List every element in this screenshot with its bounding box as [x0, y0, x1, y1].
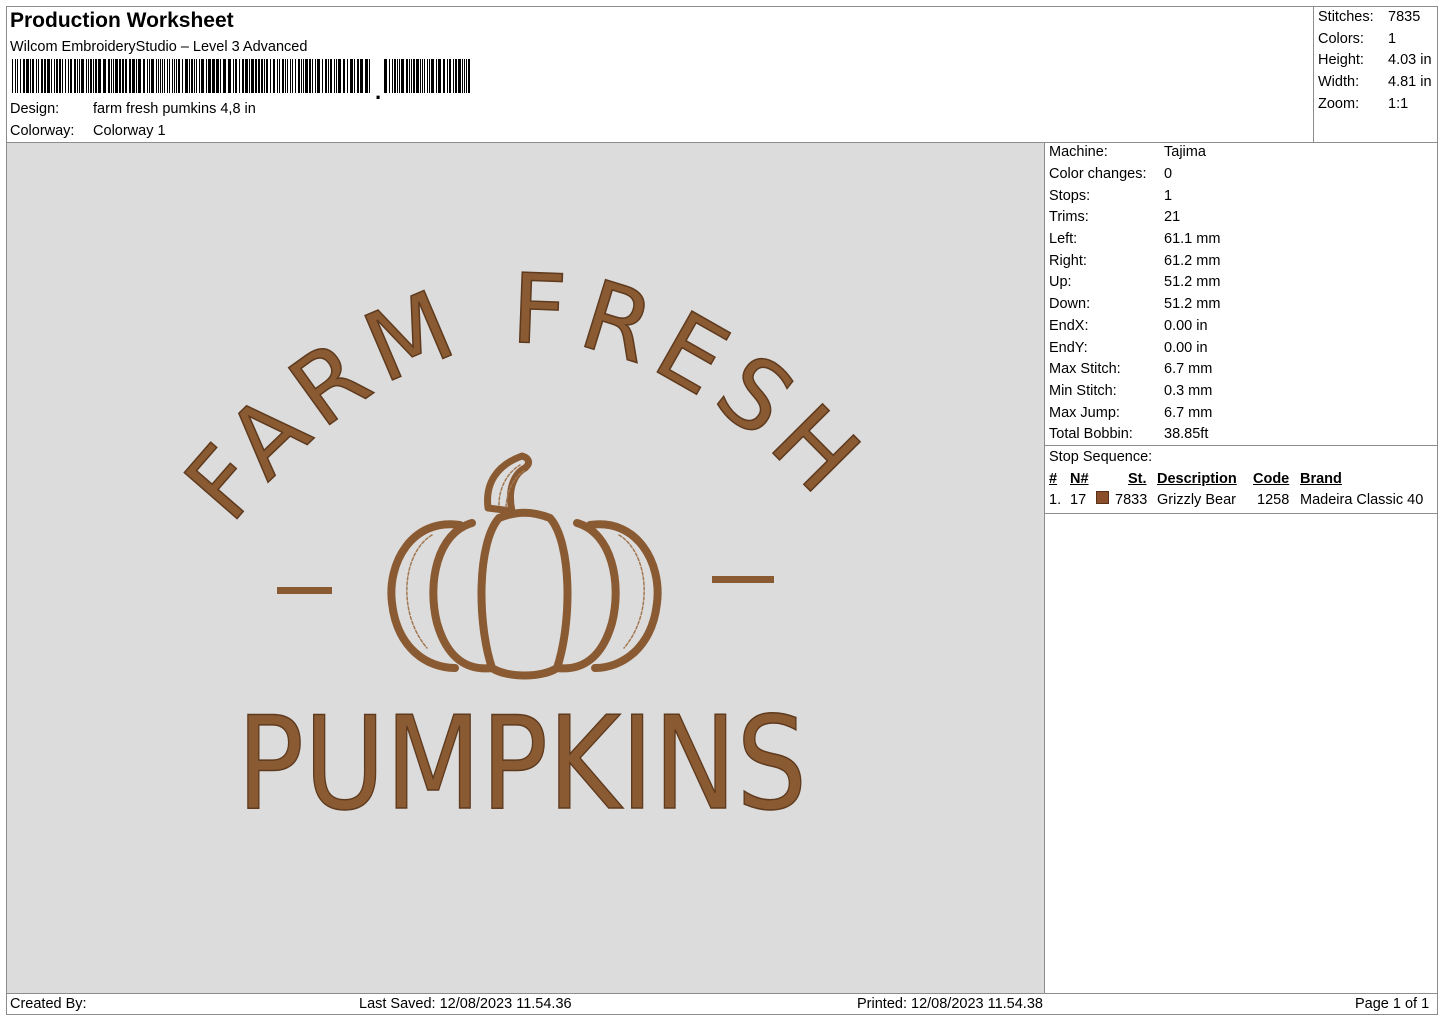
- col-header-description: Description: [1157, 471, 1237, 487]
- info-min-stitch: Min Stitch: 0.3 mm: [1049, 383, 1213, 399]
- info-max-jump: Max Jump: 6.7 mm: [1049, 405, 1213, 421]
- info-trims: Trims: 21: [1049, 209, 1181, 225]
- machine-info-panel: Machine: Tajima Color changes: 0 Stops: 1 T…: [1045, 143, 1438, 446]
- svg-text:,: ,: [375, 79, 381, 99]
- created-by: Created By:: [10, 996, 87, 1012]
- row-stitches: 7833: [1115, 492, 1148, 508]
- barcode-graphic: ,: [12, 59, 470, 99]
- info-max-stitch: Max Stitch: 6.7 mm: [1049, 361, 1213, 377]
- stop-sequence-caption: Stop Sequence:: [1049, 449, 1153, 465]
- row-description: Grizzly Bear: [1157, 492, 1236, 508]
- colorway-label: Colorway:: [10, 123, 75, 139]
- stat-height: Height: 4.03 in: [1318, 52, 1432, 68]
- col-header-needle: N#: [1070, 471, 1089, 487]
- worksheet-footer: Created By: Last Saved: 12/08/2023 11.54…: [6, 993, 1438, 1015]
- stat-zoom: Zoom: 1:1: [1318, 96, 1409, 112]
- design-label: Design:: [10, 101, 60, 117]
- info-right: Right: 61.2 mm: [1049, 253, 1221, 269]
- thread-color-swatch: [1096, 491, 1109, 504]
- stats-panel: Stitches: 7835 Colors: 1 Height: 4.03 in Wi…: [1314, 6, 1438, 143]
- design-dash-left: [277, 587, 332, 594]
- info-left: Left: 61.1 mm: [1049, 231, 1221, 247]
- col-header-stitches: St.: [1128, 471, 1147, 487]
- stat-width: Width: 4.81 in: [1318, 74, 1432, 90]
- stat-stitches: Stitches: 7835: [1318, 9, 1421, 25]
- info-endy: EndY: 0.00 in: [1049, 340, 1208, 356]
- design-bottom-text: PUMPKINS: [237, 690, 807, 839]
- colorway-row: Colorway: Colorway 1: [10, 122, 166, 140]
- col-header-code: Code: [1253, 471, 1290, 487]
- stop-sequence-panel: Stop Sequence: # N# St. Description Code…: [1045, 446, 1438, 514]
- info-color-changes: Color changes: 0: [1049, 166, 1173, 182]
- design-preview: FARM FRESH PUMPKINS: [7, 143, 1045, 993]
- embroidery-design: FARM FRESH PUMPKINS: [163, 252, 888, 840]
- col-header-num: #: [1049, 471, 1058, 487]
- printed-date: Printed: 12/08/2023 11.54.38: [857, 996, 1043, 1012]
- row-needle: 17: [1070, 492, 1087, 508]
- worksheet-header: Production Worksheet Wilcom EmbroiderySt…: [6, 6, 1314, 143]
- info-machine: Machine: Tajima: [1049, 144, 1206, 160]
- page-number: Page 1 of 1: [1355, 996, 1430, 1012]
- design-dash-right: [712, 576, 774, 583]
- info-up: Up: 51.2 mm: [1049, 274, 1221, 290]
- colorway-name: Colorway 1: [93, 123, 166, 139]
- info-total-bobbin: Total Bobbin: 38.85ft: [1049, 426, 1209, 442]
- pumpkin-graphic: [387, 452, 662, 680]
- row-code: 1258: [1257, 492, 1290, 508]
- last-saved: Last Saved: 12/08/2023 11.54.36: [359, 996, 572, 1012]
- row-num: 1.: [1049, 492, 1062, 508]
- col-header-brand: Brand: [1300, 471, 1342, 487]
- page-title: Production Worksheet: [10, 9, 234, 32]
- design-name: farm fresh pumkins 4,8 in: [93, 101, 256, 117]
- info-endx: EndX: 0.00 in: [1049, 318, 1208, 334]
- design-row: Design: farm fresh pumkins 4,8 in: [10, 100, 256, 118]
- stat-colors: Colors: 1: [1318, 31, 1397, 47]
- design-top-text: FARM FRESH: [164, 253, 888, 541]
- info-stops: Stops: 1: [1049, 188, 1173, 204]
- info-down: Down: 51.2 mm: [1049, 296, 1221, 312]
- software-name: Wilcom EmbroideryStudio – Level 3 Advanc…: [10, 39, 308, 55]
- row-brand: Madeira Classic 40: [1300, 492, 1424, 508]
